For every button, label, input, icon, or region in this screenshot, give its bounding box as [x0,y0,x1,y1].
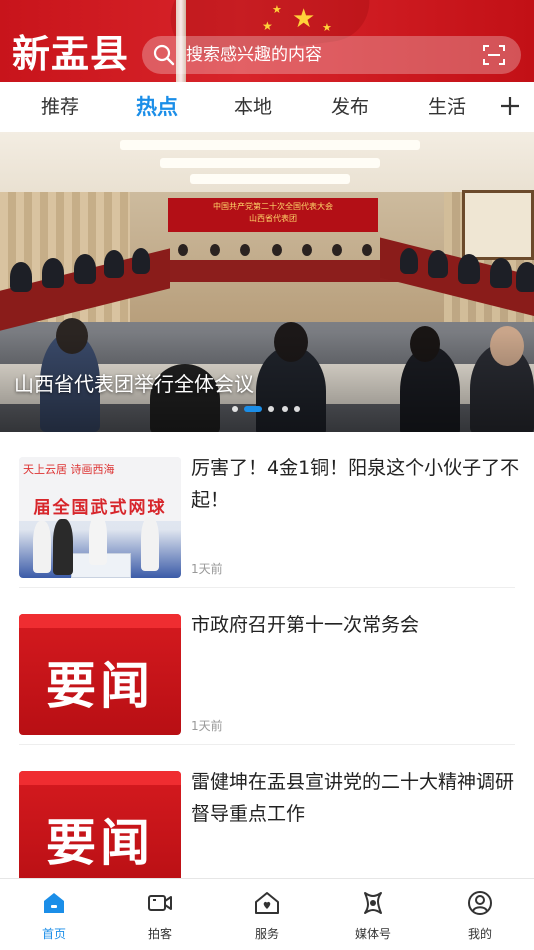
nav-paike[interactable]: 拍客 [120,879,200,950]
app-title: 新盂县 [12,32,130,76]
banner-caption: 山西省代表团举行全体会议 [14,372,254,396]
news-thumbnail: 要闻 [19,614,181,735]
news-time: 1天前 [191,562,223,576]
thumbnail-text: 要闻 [46,813,154,872]
carousel-dot [232,406,238,412]
thumbnail-text: 要闻 [46,656,154,715]
thumbnail-text: 天上云居 诗画西海 [23,463,115,476]
tab-hot[interactable]: 热点 [122,82,192,132]
search-icon [153,44,175,66]
video-camera-icon [148,895,172,911]
divider [19,744,515,745]
news-item[interactable]: 天上云居 诗画西海 届全国武式网球 厉害了！4金1铜！阳泉这个小伙子了不起！ 1… [0,432,534,588]
flag-star-icon: ★ [292,4,316,34]
tab-life[interactable]: 生活 [412,82,482,132]
nav-label: 服务 [254,927,279,941]
service-house-icon [255,892,279,914]
nav-label: 我的 [467,927,492,941]
app-screen: ★ ★ ★ ★ 新盂县 搜索感兴趣的内容 推荐 热点 本地 发布 生活 中国共产… [0,0,534,950]
scan-icon[interactable] [483,44,505,66]
wall-painting [462,190,534,260]
news-thumbnail: 要闻 [19,771,181,892]
divider [19,587,515,588]
flag-star-icon: ★ [322,21,332,34]
news-item[interactable]: 要闻 市政府召开第十一次常务会 1天前 [0,589,534,745]
nav-profile[interactable]: 我的 [440,879,520,950]
news-thumbnail: 天上云居 诗画西海 届全国武式网球 [19,457,181,578]
conference-screen: 中国共产党第二十次全国代表大会 山西省代表团 [168,198,378,232]
add-channel-icon[interactable] [498,94,522,118]
nav-label: 首页 [41,927,66,941]
header: ★ ★ ★ ★ 新盂县 搜索感兴趣的内容 [0,0,534,82]
nav-service[interactable]: 服务 [227,879,307,950]
news-title: 雷健坤在盂县宣讲党的二十大精神调研督导重点工作 [191,771,515,825]
news-time: 1天前 [191,719,223,733]
nav-media[interactable]: 媒体号 [333,879,413,950]
nav-label: 媒体号 [354,927,391,941]
search-placeholder: 搜索感兴趣的内容 [186,45,322,65]
screen-line-1: 中国共产党第二十次全国代表大会 [213,202,333,211]
search-bar[interactable]: 搜索感兴趣的内容 [142,36,521,74]
carousel-dot-active [244,406,262,412]
bottom-navigation: 首页 拍客 服务 媒体号 我的 [0,878,534,950]
flag-star-icon: ★ [262,19,273,33]
screen-line-2: 山西省代表团 [249,214,297,223]
media-icon [364,892,382,914]
banner-carousel[interactable]: 中国共产党第二十次全国代表大会 山西省代表团 山西省代表团举行全体会议 [0,132,534,432]
thumbnail-text: 届全国武式网球 [33,498,167,518]
flag-star-icon: ★ [272,3,282,16]
tab-publish[interactable]: 发布 [315,82,385,132]
nav-home[interactable]: 首页 [14,879,94,950]
user-icon [468,891,492,915]
news-title: 市政府召开第十一次常务会 [191,614,420,636]
nav-label: 拍客 [147,927,172,941]
carousel-dot [282,406,288,412]
news-title: 厉害了！4金1铜！阳泉这个小伙子了不起！ [191,457,520,511]
channel-tabs: 推荐 热点 本地 发布 生活 [0,82,534,132]
carousel-dot [268,406,274,412]
home-icon [44,893,64,913]
carousel-dot [294,406,300,412]
tab-recommend[interactable]: 推荐 [25,82,95,132]
tab-local[interactable]: 本地 [218,82,288,132]
